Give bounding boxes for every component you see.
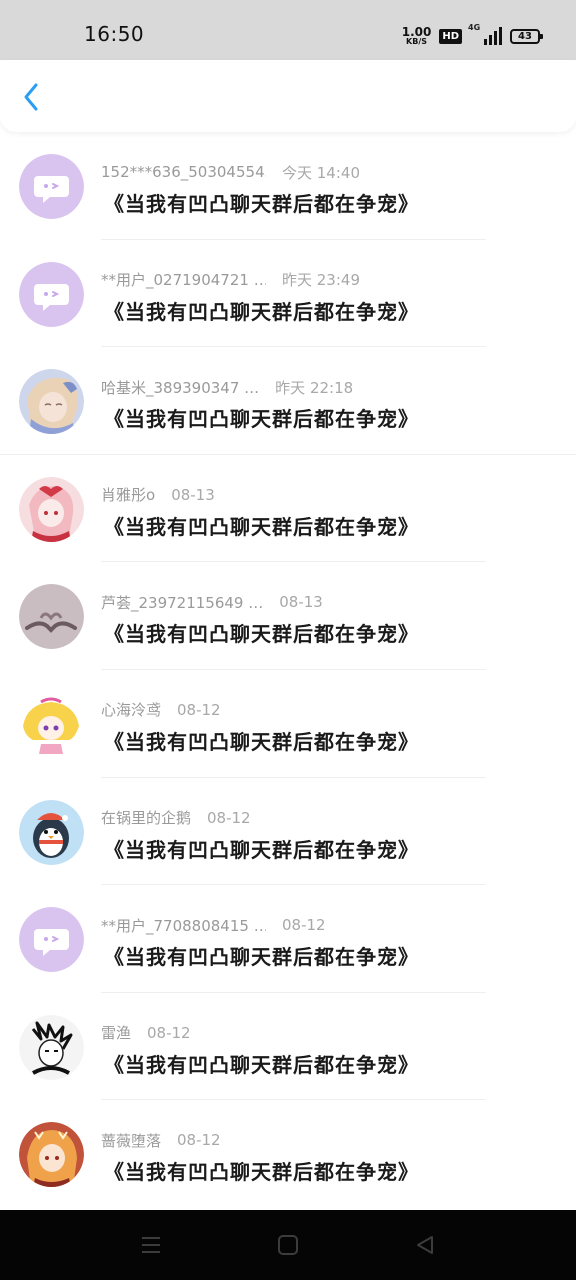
chibi-avatar-icon	[19, 691, 84, 757]
sender-name: 肖雅彤o	[101, 486, 156, 505]
sketch-avatar-icon	[19, 1014, 84, 1080]
message-text: 《当我有凹凸聊天群后都在争宠》	[104, 837, 419, 862]
message-meta: 蔷薇堕落 08-12	[101, 1130, 221, 1150]
status-bar: 16:50 1.00 KB/S HD 4G 43	[0, 0, 576, 60]
anime-avatar-orange-icon	[19, 1122, 84, 1188]
back-triangle-icon	[417, 1236, 433, 1254]
back-button[interactable]	[16, 82, 46, 112]
avatar[interactable]	[19, 799, 84, 865]
message-time: 08-13	[171, 485, 215, 504]
message-text: 《当我有凹凸聊天群后都在争宠》	[104, 299, 419, 324]
message-meta: 哈基米_389390347 … 昨天 22:18	[101, 377, 353, 397]
message-text: 《当我有凹凸聊天群后都在争宠》	[104, 729, 419, 754]
avatar[interactable]	[19, 369, 84, 435]
sender-name: 在锅里的企鹅	[101, 809, 192, 828]
message-meta: 雷渔 08-12	[101, 1023, 191, 1043]
avatar[interactable]	[19, 907, 84, 973]
message-text: 《当我有凹凸聊天群后都在争宠》	[104, 945, 419, 970]
list-item[interactable]: 雷渔 08-12 《当我有凹凸聊天群后都在争宠》	[0, 993, 576, 1101]
avatar[interactable]	[19, 261, 84, 327]
avatar[interactable]	[19, 1122, 84, 1188]
chevron-left-icon	[24, 83, 38, 111]
top-header	[0, 60, 576, 132]
list-item[interactable]: 蔷薇堕落 08-12 《当我有凹凸聊天群后都在争宠》	[0, 1100, 576, 1208]
message-time: 08-12	[177, 700, 221, 719]
message-meta: **用户_7708808415 … 08-12	[101, 915, 326, 935]
default-chat-avatar-icon	[19, 907, 84, 973]
sender-name: 芦荟_23972115649 …	[101, 593, 264, 612]
message-text: 《当我有凹凸聊天群后都在争宠》	[104, 1160, 419, 1185]
list-item[interactable]: 哈基米_389390347 … 昨天 22:18 《当我有凹凸聊天群后都在争宠》	[0, 347, 576, 455]
default-chat-avatar-icon	[19, 154, 84, 219]
message-time: 08-12	[282, 916, 326, 935]
message-time: 08-12	[207, 808, 251, 827]
avatar[interactable]	[19, 476, 84, 542]
message-time: 昨天 22:18	[275, 378, 354, 397]
message-time: 今天 14:40	[282, 163, 360, 182]
sender-name: 哈基米_389390347 …	[101, 378, 260, 397]
sender-name: 心海泠鸢	[101, 701, 162, 720]
network-type: 4G	[468, 23, 481, 32]
hands-heart-avatar-icon	[19, 584, 84, 650]
message-meta: 芦荟_23972115649 … 08-13	[101, 592, 323, 612]
home-square-icon	[278, 1235, 298, 1255]
sender-name: 蔷薇堕落	[101, 1131, 162, 1150]
message-list: 152***636_5030455432 今天 14:40 《当我有凹凸聊天群后…	[0, 132, 576, 1208]
list-item[interactable]: 心海泠鸢 08-12 《当我有凹凸聊天群后都在争宠》	[0, 670, 576, 778]
status-icons: 1.00 KB/S HD 4G 43	[402, 23, 543, 48]
penguin-avatar-icon	[19, 799, 84, 865]
list-item[interactable]: 肖雅彤o 08-13 《当我有凹凸聊天群后都在争宠》	[0, 455, 576, 563]
status-time: 16:50	[84, 22, 145, 46]
hd-icon: HD	[439, 28, 462, 44]
message-time: 08-12	[177, 1131, 221, 1150]
message-meta: 152***636_5030455432 今天 14:40	[101, 162, 360, 182]
anime-avatar-blue-icon	[19, 369, 84, 435]
back-nav-button[interactable]	[412, 1232, 438, 1258]
system-nav-bar	[0, 1210, 576, 1280]
signal-icon: 4G	[468, 23, 502, 45]
message-meta: 肖雅彤o 08-13	[101, 485, 215, 505]
message-meta: 心海泠鸢 08-12	[101, 700, 221, 720]
message-text: 《当我有凹凸聊天群后都在争宠》	[104, 514, 419, 539]
message-text: 《当我有凹凸聊天群后都在争宠》	[104, 1052, 419, 1077]
message-text: 《当我有凹凸聊天群后都在争宠》	[104, 192, 419, 216]
list-item[interactable]: 152***636_5030455432 今天 14:40 《当我有凹凸聊天群后…	[0, 132, 576, 240]
message-time: 08-12	[147, 1023, 191, 1042]
menu-button[interactable]	[138, 1232, 164, 1258]
default-chat-avatar-icon	[19, 261, 84, 327]
sender-name: 雷渔	[101, 1024, 132, 1043]
message-text: 《当我有凹凸聊天群后都在争宠》	[104, 407, 419, 432]
sender-name: **用户_7708808415 …	[101, 916, 266, 935]
sender-name: 152***636_5030455432	[101, 163, 266, 181]
message-meta: 在锅里的企鹅 08-12	[101, 808, 251, 828]
network-speed: 1.00 KB/S	[402, 26, 432, 46]
avatar[interactable]	[19, 1014, 84, 1080]
message-time: 08-13	[279, 593, 323, 612]
anime-avatar-red-icon	[19, 476, 84, 542]
sender-name: **用户_0271904721 …	[101, 271, 266, 290]
network-speed-unit: KB/S	[406, 37, 428, 46]
list-item[interactable]: **用户_7708808415 … 08-12 《当我有凹凸聊天群后都在争宠》	[0, 885, 576, 993]
message-text: 《当我有凹凸聊天群后都在争宠》	[104, 622, 419, 647]
battery-icon: 43	[510, 28, 543, 44]
list-item[interactable]: 在锅里的企鹅 08-12 《当我有凹凸聊天群后都在争宠》	[0, 778, 576, 886]
message-meta: **用户_0271904721 … 昨天 23:49	[101, 270, 360, 290]
message-time: 昨天 23:49	[282, 271, 360, 290]
battery-level: 43	[518, 30, 532, 42]
home-button[interactable]	[275, 1232, 301, 1258]
avatar[interactable]	[19, 691, 84, 757]
avatar[interactable]	[19, 154, 84, 219]
list-item[interactable]: 芦荟_23972115649 … 08-13 《当我有凹凸聊天群后都在争宠》	[0, 562, 576, 670]
menu-icon	[142, 1237, 160, 1253]
list-item[interactable]: **用户_0271904721 … 昨天 23:49 《当我有凹凸聊天群后都在争…	[0, 240, 576, 348]
avatar[interactable]	[19, 584, 84, 650]
